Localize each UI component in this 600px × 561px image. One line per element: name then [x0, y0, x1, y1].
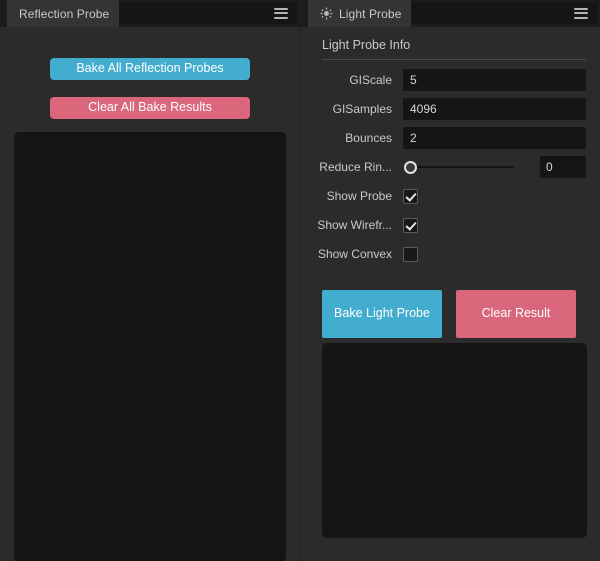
- field-row-bounces: Bounces: [315, 127, 586, 149]
- light-probe-panel: Light Probe Light Probe Info GIScale GIS…: [300, 0, 600, 561]
- light-probe-tabbar: Light Probe: [301, 0, 600, 27]
- tab-light-probe[interactable]: Light Probe: [308, 0, 412, 27]
- tabbar-left-spacer: [0, 0, 7, 27]
- show-convex-label: Show Convex: [317, 247, 392, 261]
- giscale-label: GIScale: [349, 73, 392, 87]
- show-probe-label: Show Probe: [326, 189, 392, 203]
- slider-track: [411, 166, 514, 168]
- panel-divider: [300, 27, 301, 561]
- light-probe-tab-toolbar: [411, 2, 597, 24]
- reflection-probe-tabbar: Reflection Probe: [0, 0, 300, 27]
- field-row-show-convex: Show Convex: [315, 243, 586, 265]
- reduce-ringing-slider[interactable]: [403, 156, 532, 178]
- reflection-probe-tab-toolbar: [119, 2, 297, 24]
- gisamples-input[interactable]: [403, 98, 586, 120]
- bake-all-reflection-probes-button[interactable]: Bake All Reflection Probes: [50, 58, 250, 80]
- field-row-reduce-ringing: Reduce Rin...: [315, 156, 586, 178]
- editor-window: Reflection Probe Bake All Reflection Pro…: [0, 0, 600, 561]
- show-probe-checkbox[interactable]: [403, 188, 418, 204]
- clear-result-button[interactable]: Clear Result: [456, 290, 576, 338]
- field-row-gisamples: GISamples: [315, 98, 586, 120]
- show-wireframe-label: Show Wirefr...: [317, 218, 392, 232]
- hamburger-icon[interactable]: [274, 7, 288, 19]
- bake-light-probe-button[interactable]: Bake Light Probe: [322, 290, 442, 338]
- light-probe-preview-area: [322, 343, 587, 538]
- reflection-probe-panel: Reflection Probe Bake All Reflection Pro…: [0, 0, 300, 561]
- gisamples-label: GISamples: [332, 102, 392, 116]
- section-divider: [322, 59, 586, 60]
- reduce-ringing-value-input[interactable]: [540, 156, 586, 178]
- reduce-ringing-label: Reduce Rin...: [319, 160, 392, 174]
- field-row-giscale: GIScale: [315, 69, 586, 91]
- bounces-input[interactable]: [403, 127, 586, 149]
- reflection-probe-preview-area: [14, 132, 286, 561]
- light-probe-actions: Bake Light Probe Clear Result: [322, 290, 586, 338]
- field-row-show-probe: Show Probe: [315, 185, 586, 207]
- sun-icon: [320, 7, 333, 20]
- tab-light-probe-label: Light Probe: [339, 6, 402, 21]
- light-probe-info-title: Light Probe Info: [322, 38, 411, 52]
- slider-knob[interactable]: [404, 160, 417, 174]
- field-row-show-wireframe: Show Wirefr...: [315, 214, 586, 236]
- light-probe-body: Light Probe Info GIScale GISamples Bounc…: [301, 27, 600, 561]
- show-convex-checkbox[interactable]: [403, 246, 418, 262]
- tab-reflection-probe-label: Reflection Probe: [19, 6, 110, 21]
- bounces-label: Bounces: [345, 131, 392, 145]
- reflection-probe-body: Bake All Reflection Probes Clear All Bak…: [0, 27, 300, 561]
- light-probe-tabbar-left-spacer: [301, 0, 308, 27]
- tab-reflection-probe[interactable]: Reflection Probe: [7, 0, 120, 27]
- clear-all-bake-results-button[interactable]: Clear All Bake Results: [50, 97, 250, 119]
- hamburger-icon[interactable]: [574, 7, 588, 19]
- show-wireframe-checkbox[interactable]: [403, 217, 418, 233]
- giscale-input[interactable]: [403, 69, 586, 91]
